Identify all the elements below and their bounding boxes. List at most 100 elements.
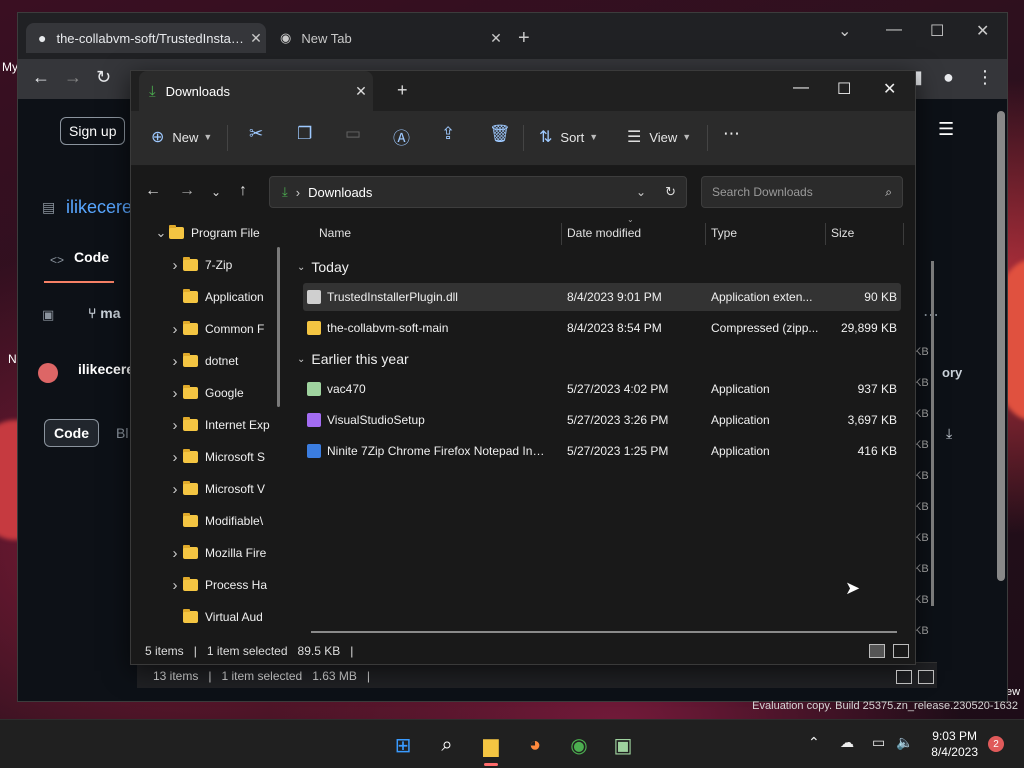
- nav-item[interactable]: Application: [161, 281, 264, 313]
- maximize-icon[interactable]: ☐: [930, 21, 944, 41]
- nav-item[interactable]: › Process Ha: [161, 569, 268, 601]
- commit-author[interactable]: ilikecere: [78, 361, 134, 377]
- chevron-right-icon[interactable]: ›: [167, 545, 183, 562]
- search-icon[interactable]: ⌕: [432, 730, 462, 760]
- refresh-icon[interactable]: ↻: [665, 184, 676, 200]
- back-icon[interactable]: ←: [145, 182, 161, 200]
- paste-icon[interactable]: ▭: [345, 124, 361, 144]
- file-tree-icon[interactable]: ▣: [42, 307, 54, 323]
- history-link[interactable]: ory: [942, 365, 962, 380]
- nav-scrollbar[interactable]: [277, 247, 280, 407]
- forward-icon[interactable]: →: [179, 182, 195, 200]
- chevron-right-icon[interactable]: ›: [167, 321, 183, 338]
- rename-icon[interactable]: Ⓐ: [393, 124, 410, 149]
- close-icon[interactable]: ✕: [486, 30, 506, 47]
- minimize-icon[interactable]: —: [793, 79, 809, 97]
- code-view-button[interactable]: Code: [44, 419, 99, 447]
- details-view-icon[interactable]: [869, 644, 885, 658]
- reload-icon[interactable]: ↻: [96, 67, 111, 88]
- menu-icon[interactable]: ☰: [938, 119, 954, 140]
- more-icon[interactable]: ⋯: [723, 124, 740, 144]
- group-header[interactable]: ⌄ Today: [297, 259, 349, 275]
- file-row[interactable]: TrustedInstallerPlugin.dll 8/4/2023 9:01 …: [303, 283, 901, 311]
- chevron-right-icon[interactable]: ›: [167, 257, 183, 274]
- chevron-right-icon[interactable]: ›: [167, 417, 183, 434]
- details-view-icon[interactable]: [896, 670, 912, 684]
- nav-item[interactable]: Modifiable\: [161, 505, 263, 537]
- clock[interactable]: 9:03 PM 8/4/2023: [931, 728, 978, 760]
- up-icon[interactable]: ↑: [239, 182, 247, 200]
- close-icon[interactable]: ✕: [883, 79, 896, 99]
- file-row[interactable]: VisualStudioSetup 5/27/2023 3:26 PM Applic…: [303, 406, 901, 434]
- share-icon[interactable]: ⇪: [441, 124, 455, 144]
- nav-item[interactable]: › Internet Exp: [161, 409, 270, 441]
- delete-icon[interactable]: 🗑: [489, 124, 511, 144]
- nav-item[interactable]: › dotnet: [161, 345, 239, 377]
- column-header-size[interactable]: Size: [831, 217, 854, 249]
- nav-item[interactable]: ⌄ Program File: [153, 217, 260, 249]
- chrome-icon[interactable]: ◉: [564, 730, 594, 760]
- tiles-view-icon[interactable]: [893, 644, 909, 658]
- chevron-right-icon[interactable]: ›: [167, 353, 183, 370]
- chevron-right-icon[interactable]: ›: [167, 385, 183, 402]
- repo-owner-link[interactable]: ilikecere: [66, 197, 132, 218]
- menu-icon[interactable]: ⋮: [976, 67, 994, 88]
- new-tab-icon[interactable]: +: [397, 80, 408, 101]
- chevron-right-icon[interactable]: ›: [167, 449, 183, 466]
- chrome-tab-new[interactable]: ◉ New Tab ✕: [274, 23, 506, 53]
- sign-up-button[interactable]: Sign up: [60, 117, 126, 145]
- volume-icon[interactable]: 🔈: [896, 734, 913, 751]
- file-row[interactable]: Ninite 7Zip Chrome Firefox Notepad Inst.…: [303, 437, 901, 465]
- page-scrollbar[interactable]: [997, 111, 1005, 581]
- nav-item[interactable]: › Common F: [161, 313, 265, 345]
- chevron-down-icon[interactable]: ⌄: [636, 185, 646, 199]
- search-input[interactable]: Search Downloads ⌕: [701, 176, 903, 208]
- chevron-down-icon[interactable]: ⌄: [838, 21, 851, 41]
- file-explorer-icon[interactable]: ▆: [476, 730, 506, 766]
- nav-item[interactable]: › Microsoft V: [161, 473, 266, 505]
- nav-item[interactable]: › Microsoft S: [161, 441, 266, 473]
- nav-item[interactable]: › 7-Zip: [161, 249, 233, 281]
- computer-icon[interactable]: ▣: [608, 730, 638, 760]
- chevron-down-icon[interactable]: ⌄: [153, 225, 169, 241]
- close-icon[interactable]: ✕: [349, 83, 373, 100]
- tab-code[interactable]: Code: [74, 249, 109, 265]
- tiles-view-icon[interactable]: [918, 670, 934, 684]
- firefox-icon[interactable]: ◕: [520, 730, 550, 760]
- nav-item[interactable]: › Google: [161, 377, 244, 409]
- column-header-type[interactable]: Type: [711, 217, 737, 249]
- recent-locations-icon[interactable]: ⌄: [211, 185, 221, 199]
- chevron-right-icon[interactable]: ›: [167, 577, 183, 594]
- close-icon[interactable]: ✕: [976, 21, 989, 41]
- profile-icon[interactable]: ●: [943, 67, 954, 88]
- back-icon[interactable]: ←: [32, 67, 50, 88]
- blame-button[interactable]: Bl: [116, 425, 128, 441]
- address-bar[interactable]: ⤓ › Downloads ⌄ ↻: [269, 176, 687, 208]
- new-tab-icon[interactable]: +: [518, 27, 530, 50]
- display-icon[interactable]: ▭: [872, 734, 885, 751]
- file-row[interactable]: the-collabvm-soft-main 8/4/2023 8:54 PM Co…: [303, 314, 901, 342]
- cut-icon[interactable]: ✂: [249, 124, 263, 144]
- start-icon[interactable]: ⊞: [388, 730, 418, 760]
- horizontal-scrollbar[interactable]: [311, 631, 897, 633]
- view-button[interactable]: ☰ View ▼: [627, 127, 691, 147]
- group-header[interactable]: ⌄ Earlier this year: [297, 351, 409, 367]
- nav-item[interactable]: › Mozilla Fire: [161, 537, 267, 569]
- chevron-up-icon[interactable]: ⌃: [808, 734, 820, 751]
- close-icon[interactable]: ✕: [246, 30, 266, 47]
- chrome-tab-github[interactable]: ● the-collabvm-soft/TrustedInstaller ✕: [26, 23, 266, 53]
- vertical-scrollbar[interactable]: [931, 261, 934, 606]
- explorer-tab-downloads[interactable]: ⤓ Downloads ✕: [139, 71, 373, 111]
- notification-badge[interactable]: 2: [988, 736, 1004, 752]
- file-row[interactable]: vac470 5/27/2023 4:02 PM Application 937 KB: [303, 375, 901, 403]
- copy-icon[interactable]: ❐: [297, 124, 312, 144]
- chevron-right-icon[interactable]: ›: [167, 481, 183, 498]
- network-icon[interactable]: ☁: [840, 734, 854, 751]
- column-header-name[interactable]: Name: [319, 217, 351, 249]
- new-button[interactable]: ⊕ New ▼: [151, 127, 212, 147]
- nav-item[interactable]: Virtual Aud: [161, 601, 263, 633]
- download-icon[interactable]: ⤓: [946, 425, 952, 442]
- forward-icon[interactable]: →: [64, 67, 82, 88]
- sort-button[interactable]: ⇅ Sort ▼: [539, 127, 598, 147]
- minimize-icon[interactable]: —: [886, 21, 902, 39]
